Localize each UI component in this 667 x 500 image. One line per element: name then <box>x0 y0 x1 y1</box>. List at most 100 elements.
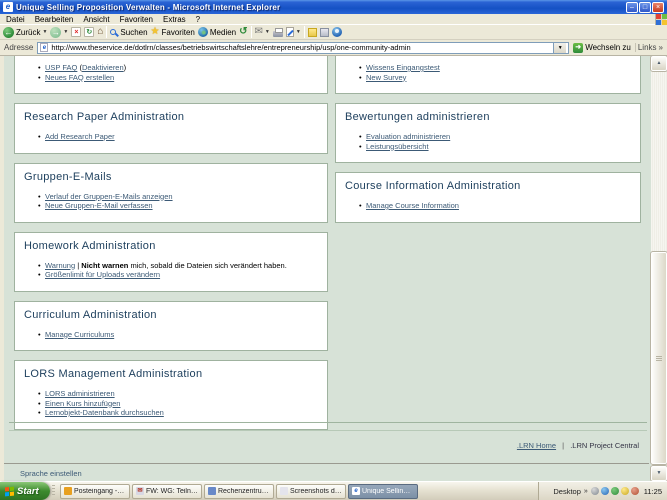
list-item: New Survey <box>359 73 631 83</box>
scrollbar-down-button[interactable]: ▼ <box>650 465 667 481</box>
menu-ansicht[interactable]: Ansicht <box>78 14 114 25</box>
admin-link[interactable]: Warnung <box>45 261 75 270</box>
lrn-project-central-link[interactable]: .LRN Project Central <box>570 441 639 450</box>
admin-link[interactable]: Neues FAQ erstellen <box>45 73 114 82</box>
vertical-scrollbar[interactable]: ▲ ▼ <box>650 56 667 481</box>
list-item: Manage Course Information <box>359 201 631 211</box>
box-header: Homework Administration <box>24 239 156 252</box>
update-tray-icon[interactable] <box>630 487 639 495</box>
list-item: Warnung | Nicht warnen mich, sobald die … <box>38 260 318 271</box>
tray-icons <box>590 487 639 495</box>
mail-button[interactable]: ✉ ▼ <box>255 27 270 37</box>
media-button[interactable]: Medien <box>197 27 236 37</box>
refresh-button[interactable]: ↻ <box>84 27 95 37</box>
list-item: Leistungsübersicht <box>359 142 631 152</box>
admin-link[interactable]: Manage Curriculums <box>45 330 114 339</box>
forward-button[interactable]: → ▼ <box>50 26 68 38</box>
admin-link[interactable]: LORS administrieren <box>45 389 115 398</box>
task-label: FW: WG: Teilnahme v... <box>146 487 198 495</box>
admin-box: LORS Management Administration LORS admin… <box>14 360 328 430</box>
admin-link[interactable]: Wissens Eingangstest <box>366 63 440 72</box>
taskbar-task[interactable]: eUnique Selling Propos... <box>348 483 418 499</box>
back-dropdown-icon[interactable]: ▼ <box>42 29 47 35</box>
links-toolbar[interactable]: Links » <box>634 43 663 52</box>
admin-link[interactable]: Leistungsübersicht <box>366 142 429 151</box>
minimize-button[interactable]: – <box>626 1 638 13</box>
toolbar-separator <box>106 26 108 38</box>
volume-tray-icon[interactable] <box>620 487 629 495</box>
desktop-toolbar-label[interactable]: Desktop <box>553 487 581 496</box>
list-item: USP FAQ (Deaktivieren) <box>38 63 318 73</box>
network-tray-icon[interactable] <box>600 487 609 495</box>
browser-viewport: USP FAQ (Deaktivieren)Neues FAQ erstelle… <box>0 56 667 481</box>
taskbar-task[interactable]: Screenshots dotLRN... <box>276 483 346 499</box>
resize-page-button[interactable] <box>319 27 329 37</box>
list-item: Wissens Eingangstest <box>359 63 631 73</box>
text-segment: mich, sobald die Dateien sich verändert … <box>128 260 287 270</box>
restore-button[interactable]: □ <box>639 1 651 13</box>
back-button[interactable]: ← Zurück ▼ <box>3 26 47 38</box>
search-button[interactable]: Suchen <box>110 28 148 37</box>
clock-tray-icon[interactable] <box>590 487 599 495</box>
scrollbar-up-button[interactable]: ▲ <box>650 56 667 72</box>
title-bar: e Unique Selling Proposition Verwalten -… <box>0 0 667 14</box>
stop-button[interactable]: × <box>71 27 82 37</box>
taskbar-task[interactable]: Posteingang - Micros... <box>60 483 130 499</box>
start-label: Start <box>17 485 39 497</box>
admin-link[interactable]: Neue Gruppen-E-Mail verfassen <box>45 201 153 210</box>
scrollbar-thumb[interactable] <box>650 251 667 465</box>
admin-link[interactable]: Verlauf der Gruppen-E-Mails anzeigen <box>45 192 173 201</box>
taskbar-task[interactable]: ✉FW: WG: Teilnahme v... <box>132 483 202 499</box>
favorites-star-icon: ★ <box>150 26 160 37</box>
quick-launch-grip[interactable] <box>52 485 55 497</box>
mail-dropdown-icon[interactable]: ▼ <box>265 29 270 35</box>
taskbar-task[interactable]: Rechenzentrum Uni K... <box>204 483 274 499</box>
page-bottom-divider <box>4 463 649 464</box>
go-icon: ➜ <box>573 42 584 53</box>
back-label: Zurück <box>16 27 41 37</box>
menu-favoriten[interactable]: Favoriten <box>115 14 158 25</box>
tray-chevron-icon[interactable]: » <box>584 488 588 495</box>
edit-button[interactable]: ▼ <box>285 27 301 37</box>
messenger-tray-icon[interactable] <box>610 487 619 495</box>
menu-extras[interactable]: Extras <box>158 14 191 25</box>
edit-dropdown-icon[interactable]: ▼ <box>296 29 301 35</box>
start-button[interactable]: Start <box>0 482 50 500</box>
address-dropdown-icon[interactable]: ▼ <box>553 42 567 53</box>
admin-link[interactable]: New Survey <box>366 73 406 82</box>
windows-logo-icon <box>655 13 667 25</box>
footer-divider <box>9 422 647 423</box>
admin-link[interactable]: Deaktivieren <box>82 63 124 72</box>
home-button[interactable]: ⌂ <box>97 27 103 37</box>
go-button[interactable]: ➜ Wechseln zu <box>573 42 631 53</box>
portal-column-right: Wissens EingangstestNew Survey Bewertunge… <box>335 56 641 232</box>
close-button[interactable]: × <box>652 1 664 13</box>
menu-datei[interactable]: Datei <box>1 14 30 25</box>
taskbar-tasks: Posteingang - Micros... ✉FW: WG: Teilnahm… <box>57 482 418 500</box>
admin-link[interactable]: Einen Kurs hinzufügen <box>45 399 120 408</box>
system-tray: Desktop » 11:25 <box>538 482 667 500</box>
address-input[interactable]: e http://www.theservice.de/dotlrn/classe… <box>37 41 570 54</box>
admin-box: Bewertungen administrieren Evaluation adm… <box>335 103 641 163</box>
print-button[interactable] <box>272 27 283 37</box>
admin-link[interactable]: Manage Course Information <box>366 201 459 210</box>
admin-link[interactable]: Größenlimit für Uploads verändern <box>45 270 160 279</box>
task-label: Posteingang - Micros... <box>74 487 126 495</box>
admin-link[interactable]: Evaluation administrieren <box>366 132 450 141</box>
lrn-home-link[interactable]: .LRN Home <box>517 441 556 450</box>
box-header: Research Paper Administration <box>24 111 185 123</box>
menu-bearbeiten[interactable]: Bearbeiten <box>30 14 79 25</box>
messenger-button[interactable] <box>331 27 342 37</box>
admin-link[interactable]: Add Research Paper <box>45 132 115 141</box>
taskbar-clock: 11:25 <box>643 486 662 496</box>
box-header: Curriculum Administration <box>24 308 157 321</box>
menu-help[interactable]: ? <box>191 14 205 25</box>
footer-divider <box>9 430 647 431</box>
set-language-link[interactable]: Sprache einstellen <box>20 469 82 478</box>
admin-link[interactable]: USP FAQ <box>45 63 77 72</box>
discuss-button[interactable] <box>307 27 317 37</box>
favorites-button[interactable]: ★ Favoriten <box>151 27 195 37</box>
history-button[interactable]: ↺ <box>239 27 247 37</box>
admin-link[interactable]: Lernobjekt-Datenbank durchsuchen <box>45 408 164 417</box>
task-label: Unique Selling Propos... <box>362 487 414 495</box>
